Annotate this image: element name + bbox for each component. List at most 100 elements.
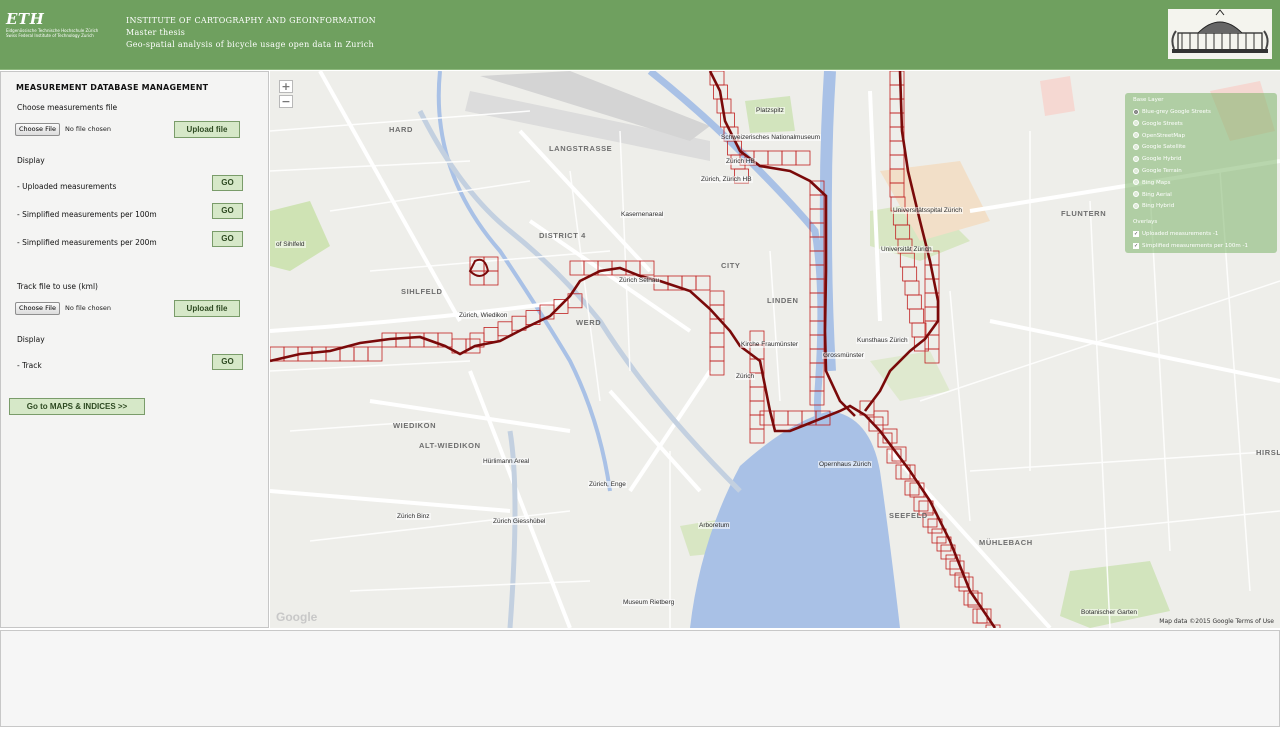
map-place-label: HIRSLANDEN (1256, 448, 1280, 457)
institute-title: INSTITUTE OF CARTOGRAPHY AND GEOINFORMAT… (126, 16, 376, 25)
base-layer-label: Bing Hybrid (1142, 203, 1175, 210)
upload-measurements-button[interactable]: Upload file (174, 121, 240, 138)
measurement-grid-cell (709, 290, 725, 306)
display-label: Display (17, 156, 45, 165)
map-place-label: WIEDIKON (393, 421, 437, 430)
measurement-grid-cell (909, 308, 925, 324)
map-place-label: FLUNTERN (1061, 209, 1107, 218)
map-place-label: SEEFELD (889, 511, 928, 520)
upload-track-button[interactable]: Upload file (174, 300, 240, 317)
choose-track-file-button[interactable]: Choose File (15, 302, 60, 315)
google-logo: Google (276, 610, 318, 624)
radio-icon[interactable] (1133, 132, 1139, 139)
track-file-label: Track file to use (kml) (17, 282, 98, 291)
sidebar-panel: MEASUREMENT DATABASE MANAGEMENT Choose m… (0, 71, 269, 628)
map-place-label: Opernhaus Zürich (818, 461, 873, 468)
radio-icon[interactable] (1133, 108, 1139, 115)
base-layer-option[interactable]: Bing Hybrid (1133, 201, 1174, 212)
map-place-label: Kasernenareal (620, 211, 665, 218)
overlay-option[interactable]: ✓ Uploaded measurements -1 (1133, 229, 1218, 240)
go-uploaded-measurements-button[interactable]: GO (212, 175, 243, 191)
map-place-label: Hürlimann Areal (482, 458, 531, 465)
base-layer-title: Base Layer (1133, 97, 1164, 103)
map-place-label: Schweizerisches Nationalmuseum (720, 134, 821, 141)
go-simplified-100m-button[interactable]: GO (212, 203, 243, 219)
base-layer-option[interactable]: Google Streets (1133, 119, 1183, 130)
zoom-in-button[interactable]: + (279, 80, 293, 93)
radio-icon[interactable] (1133, 191, 1139, 198)
base-layer-option[interactable]: Google Hybrid (1133, 154, 1181, 165)
header-titles: INSTITUTE OF CARTOGRAPHY AND GEOINFORMAT… (126, 15, 376, 51)
overlay-label: Simplified measurements per 100m -1 (1142, 243, 1248, 249)
measurement-grid-cell (749, 400, 765, 416)
checkbox-icon[interactable]: ✓ (1133, 242, 1139, 249)
map-place-label: Zürich Selnau (618, 277, 661, 284)
base-layer-option[interactable]: Bing Aerial (1133, 190, 1172, 201)
radio-icon[interactable] (1133, 155, 1139, 162)
choose-measurements-file-button[interactable]: Choose File (15, 123, 60, 136)
radio-icon[interactable] (1133, 143, 1139, 150)
measurement-grid-cell (709, 360, 725, 376)
go-to-maps-indices-button[interactable]: Go to MAPS & INDICES >> (9, 398, 145, 415)
measurement-grid-cell (311, 346, 327, 362)
measurement-grid-cell (773, 410, 789, 426)
footer-panel (0, 630, 1280, 727)
base-layer-option[interactable]: Blue-grey Google Streets (1133, 107, 1211, 118)
choose-measurements-label: Choose measurements file (17, 103, 118, 112)
map-place-label: LANGSTRASSE (549, 144, 613, 153)
measurement-grid-cell (902, 266, 918, 282)
measurement-grid-cell (873, 410, 889, 426)
map-place-label: Zürich HB (725, 158, 756, 165)
base-layer-option[interactable]: Bing Maps (1133, 178, 1171, 189)
measurement-grid-cell (409, 332, 425, 348)
base-layer-label: Google Streets (1142, 120, 1183, 127)
measurement-grid-cell (749, 414, 765, 430)
base-layer-option[interactable]: OpenStreetMap (1133, 131, 1185, 142)
base-layer-option[interactable]: Google Terrain (1133, 166, 1182, 177)
map-place-label: LINDEN (767, 296, 799, 305)
radio-icon[interactable] (1133, 167, 1139, 174)
thesis-label: Master thesis (126, 28, 186, 37)
map-place-label: Grossmünster (822, 352, 865, 359)
map-place-label: Botanischer Garten (1080, 609, 1139, 616)
map-place-label: Platzspitz (755, 107, 785, 114)
measurements-no-file-text: No file chosen (65, 125, 112, 133)
measurement-grid-cell (868, 416, 884, 432)
base-layer-option[interactable]: Google Satellite (1133, 142, 1186, 153)
eth-logo-text: ETH (6, 10, 45, 28)
measurement-grid-cell (497, 321, 513, 337)
radio-icon[interactable] (1133, 120, 1139, 127)
measurement-grid-cell (353, 346, 369, 362)
checkbox-icon[interactable]: ✓ (1133, 230, 1139, 237)
radio-icon[interactable] (1133, 179, 1139, 186)
map-place-label: Zürich Binz (396, 513, 431, 520)
measurement-grid-cell (749, 428, 765, 444)
map-place-label: DISTRICT 4 (539, 231, 586, 240)
radio-icon[interactable] (1133, 202, 1139, 209)
measurement-grid-cell (889, 154, 905, 170)
map-place-label: of Sihlfeld (275, 241, 306, 248)
map-view[interactable]: LANGSTRASSE DISTRICT 4 CITY WERD SIHLFELD LIN… (270, 71, 1280, 628)
measurement-grid-cell (709, 332, 725, 348)
header-banner: ETH Eidgenössische Technische Hochschule… (0, 0, 1280, 70)
track-display-label: Display (17, 335, 45, 344)
thesis-title: Geo-spatial analysis of bicycle usage op… (126, 40, 374, 49)
measurement-grid-cell (483, 326, 499, 342)
measurement-grid-cell (767, 150, 783, 166)
map-place-label: CITY (721, 261, 741, 270)
eth-building-illustration (1168, 9, 1272, 59)
measurement-grid-cell (904, 280, 920, 296)
go-simplified-200m-button[interactable]: GO (212, 231, 243, 247)
layer-switcher-panel: Base Layer Blue-grey Google Streets Googl… (1125, 93, 1277, 253)
map-place-label: HARD (389, 125, 414, 134)
measurement-grid-cell (889, 140, 905, 156)
base-layer-label: Google Terrain (1142, 168, 1182, 174)
zoom-out-button[interactable]: − (279, 95, 293, 108)
track-label: - Track (17, 361, 42, 370)
measurement-grid-cell (695, 275, 711, 291)
map-place-label: Kunsthaus Zürich (856, 337, 909, 344)
map-attribution[interactable]: Map data ©2015 Google Terms of Use (1159, 618, 1274, 625)
overlay-option[interactable]: ✓ Simplified measurements per 100m -1 (1133, 241, 1248, 252)
base-layer-label: Google Satellite (1142, 144, 1186, 151)
go-track-button[interactable]: GO (212, 354, 243, 370)
